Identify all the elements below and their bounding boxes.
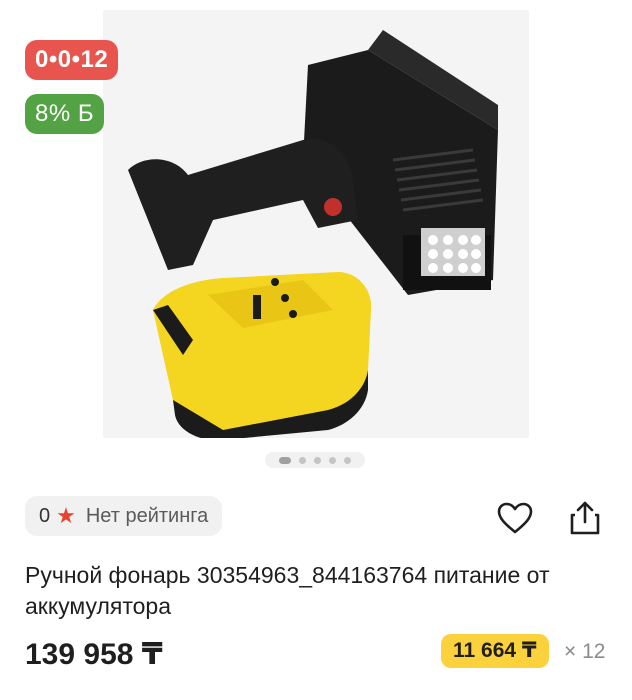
share-icon [570,501,600,535]
gallery-dot[interactable] [344,456,351,464]
gallery-dot-active[interactable] [279,456,291,464]
product-title: Ручной фонарь 30354963_844163764 питание… [25,562,550,619]
rating-value: 0 [39,504,51,527]
product-gallery[interactable]: 0•0•12 8% Б [0,0,632,480]
installment-multiplier: × 12 [564,640,606,663]
star-icon: ★ [56,503,76,528]
discount-badge: 8% Б [25,94,105,134]
flashlight-illustration [103,10,529,438]
gallery-pagination[interactable] [265,452,365,468]
timer-badge: 0•0•12 [25,40,119,80]
rating-label: Нет рейтинга [85,504,209,527]
gallery-dot[interactable] [329,456,336,464]
favorite-button[interactable] [495,498,535,538]
gallery-dot[interactable] [299,456,306,464]
gallery-dot[interactable] [314,456,321,464]
share-button[interactable] [565,498,605,538]
product-image[interactable] [103,10,529,438]
installment-badge[interactable]: 11 664 ₸ [441,634,549,668]
rating-chip[interactable]: 0 ★ Нет рейтинга [25,496,223,536]
heart-icon [497,502,533,534]
product-price: 139 958 ₸ [25,638,163,671]
